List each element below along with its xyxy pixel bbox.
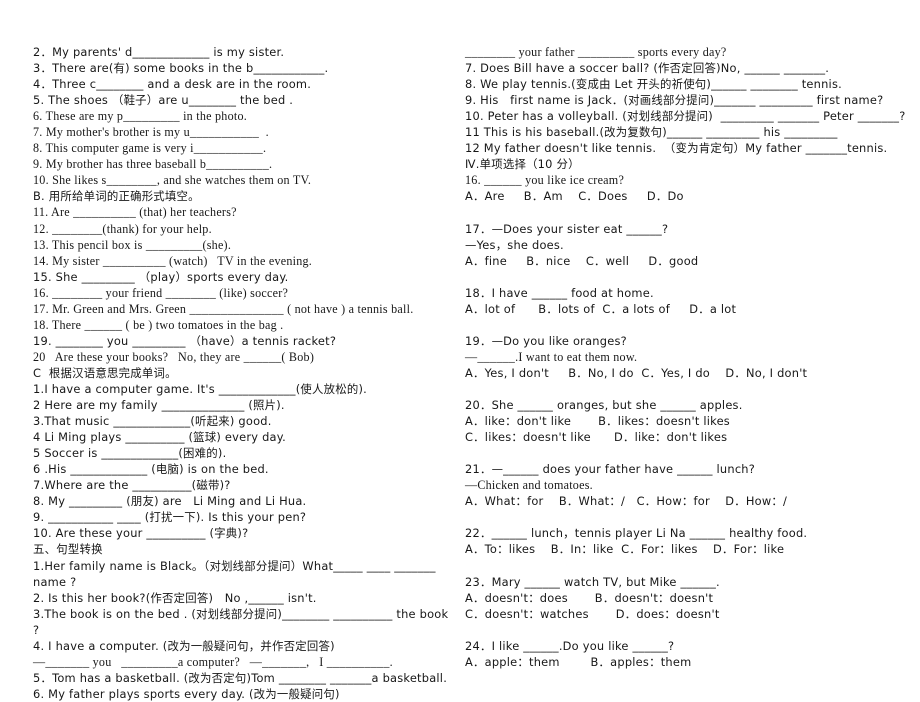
text-line: B. 用所给单词的正确形式填空。 [33,189,200,204]
text-line: 20．She ______ oranges, but she ______ ap… [465,398,743,413]
text-line: 10. Are these your __________ (字典)? [33,526,249,541]
text-line: —______.I want to eat them now. [465,349,638,364]
text-line: 4．Three c________ and a desk are in the … [33,77,312,92]
text-line: 9. My brother has three baseball b______… [33,157,273,172]
right-column: ________ your father _________ sports ev… [460,44,920,670]
text-line: 12 My father doesn't like tennis. （变为肯定句… [465,141,888,156]
text-line: 3.That music _____________(听起来) good. [33,414,272,429]
text-line: C 根据汉语意思完成单词。 [33,365,177,380]
worksheet-page: 2．My parents' d_____________ is my siste… [0,0,920,701]
text-line: 17．—Does your sister eat ______? [465,221,669,236]
text-line: 2. Is this her book?(作否定回答) No ,______ i… [33,590,317,605]
text-line: 3．There are(有) some books in the b______… [33,61,329,76]
text-line: 2 Here are my family ______________ (照片)… [33,398,285,413]
text-line: 11 This is his baseball.(改为复数句)______ __… [465,125,838,140]
text-line: A．To：likes B．In：like C．For：likes D．For：l… [465,542,785,557]
text-line: 20 Are these your books? No, they are __… [33,349,315,364]
text-line: 7. Does Bill have a soccer ball? (作否定回答)… [465,61,830,76]
text-line: A．fine B．nice C．well D．good [465,253,699,268]
text-line: —Chicken and tomatoes. [465,478,593,493]
text-line: 9. His first name is Jack．(对画线部分提问)_____… [465,93,884,108]
text-line: 10. She likes s________, and she watches… [33,173,312,188]
text-line: 12. ________(thank) for your help. [33,221,212,236]
text-line: A．like：don't like B．likes：doesn't likes [465,414,730,429]
text-line: 13. This pencil box is _________(she). [33,237,232,252]
text-line: 五、句型转换 [33,542,103,557]
text-line: 5. The shoes （鞋子）are u________ the bed . [33,93,294,108]
text-line: Ⅳ.单项选择（10 分） [465,157,580,172]
text-line: 18. There ______ ( be ) two tomatoes in … [33,317,284,332]
text-line: 19．—Do you like oranges? [465,333,627,348]
text-line: —Yes，she does. [465,237,564,252]
text-line: 10. Peter has a volleyball. (对划线部分提问) __… [465,109,906,124]
text-line: 11. Are __________ (that) her teachers? [33,205,237,220]
text-line: 18．I have ______ food at home. [465,285,654,300]
text-line: 1.I have a computer game. It's _________… [33,381,367,396]
text-line: C．doesn't：watches D．does：doesn't [465,606,720,621]
text-line: A．lot of B．lots of C．a lots of D．a lot [465,301,737,316]
text-line: 6 .His _____________ (电脑) is on the bed. [33,462,269,477]
text-line: 22．______ lunch，tennis player Li Na ____… [465,526,808,541]
text-line: 24．I like ______.Do you like ______? [465,638,675,653]
text-line: A．doesn't：does B．doesn't：doesn't [465,590,714,605]
text-line: 5 Soccer is _____________(困难的). [33,446,227,461]
text-line: 9. ___________ ____ (打扰一下). Is this your… [33,510,307,525]
text-line: 17. Mr. Green and Mrs. Green ___________… [33,301,414,316]
text-line: 4. I have a computer. (改为一般疑问句，并作否定回答) [33,638,335,653]
text-line: ________ your father _________ sports ev… [465,45,727,59]
text-line: 6. My father plays sports every day. (改为… [33,686,340,701]
text-line: 1.Her family name is Black。（对划线部分提问）What… [33,558,440,589]
two-column-layout: 2．My parents' d_____________ is my siste… [0,44,920,702]
text-line: A．Are B．Am C．Does D．Do [465,189,684,204]
text-line: 2．My parents' d_____________ is my siste… [33,45,285,59]
text-line: 3.The book is on the bed . (对划线部分提问)____… [33,606,453,637]
text-line: 16. ________ your friend ________ (like)… [33,285,289,300]
text-line: 6. These are my p_________ in the photo. [33,109,248,124]
text-line: —_______ you _________a computer? —_____… [33,654,393,669]
text-line: 16. ______ you like ice cream? [465,173,625,188]
text-line: 14. My sister __________ (watch) TV in t… [33,253,313,268]
text-line: 21．—______ does your father have ______ … [465,462,756,477]
text-line: 23．Mary ______ watch TV, but Mike ______… [465,574,720,589]
text-line: 4 Li Ming plays __________ (篮球) every da… [33,430,286,445]
text-line: 7.Where are the __________(磁带)? [33,478,231,493]
text-line: A．apple：them B．apples：them [465,654,692,669]
text-line: 15. She _________ （play）sports every day… [33,269,289,284]
text-line: 8. We play tennis.(变成由 Let 开头的祈使句)______… [465,77,842,92]
text-line: C．likes：doesn't like D．like：don't likes [465,430,728,445]
text-line: 8. This computer game is very i_________… [33,141,267,156]
text-line: A．Yes, I don't B．No, I do C．Yes, I do D．… [465,365,808,380]
text-line: A．What：for B．What：/ C．How：for D．How：/ [465,494,788,509]
text-line: 19. ________ you _________ （have）a tenni… [33,333,337,348]
text-line: 8. My _________ (朋友) are Li Ming and Li … [33,494,307,509]
left-column: 2．My parents' d_____________ is my siste… [0,44,460,702]
text-line: 5．Tom has a basketball. (改为否定句)Tom _____… [33,670,448,685]
text-line: 7. My mother's brother is my u__________… [33,125,269,140]
